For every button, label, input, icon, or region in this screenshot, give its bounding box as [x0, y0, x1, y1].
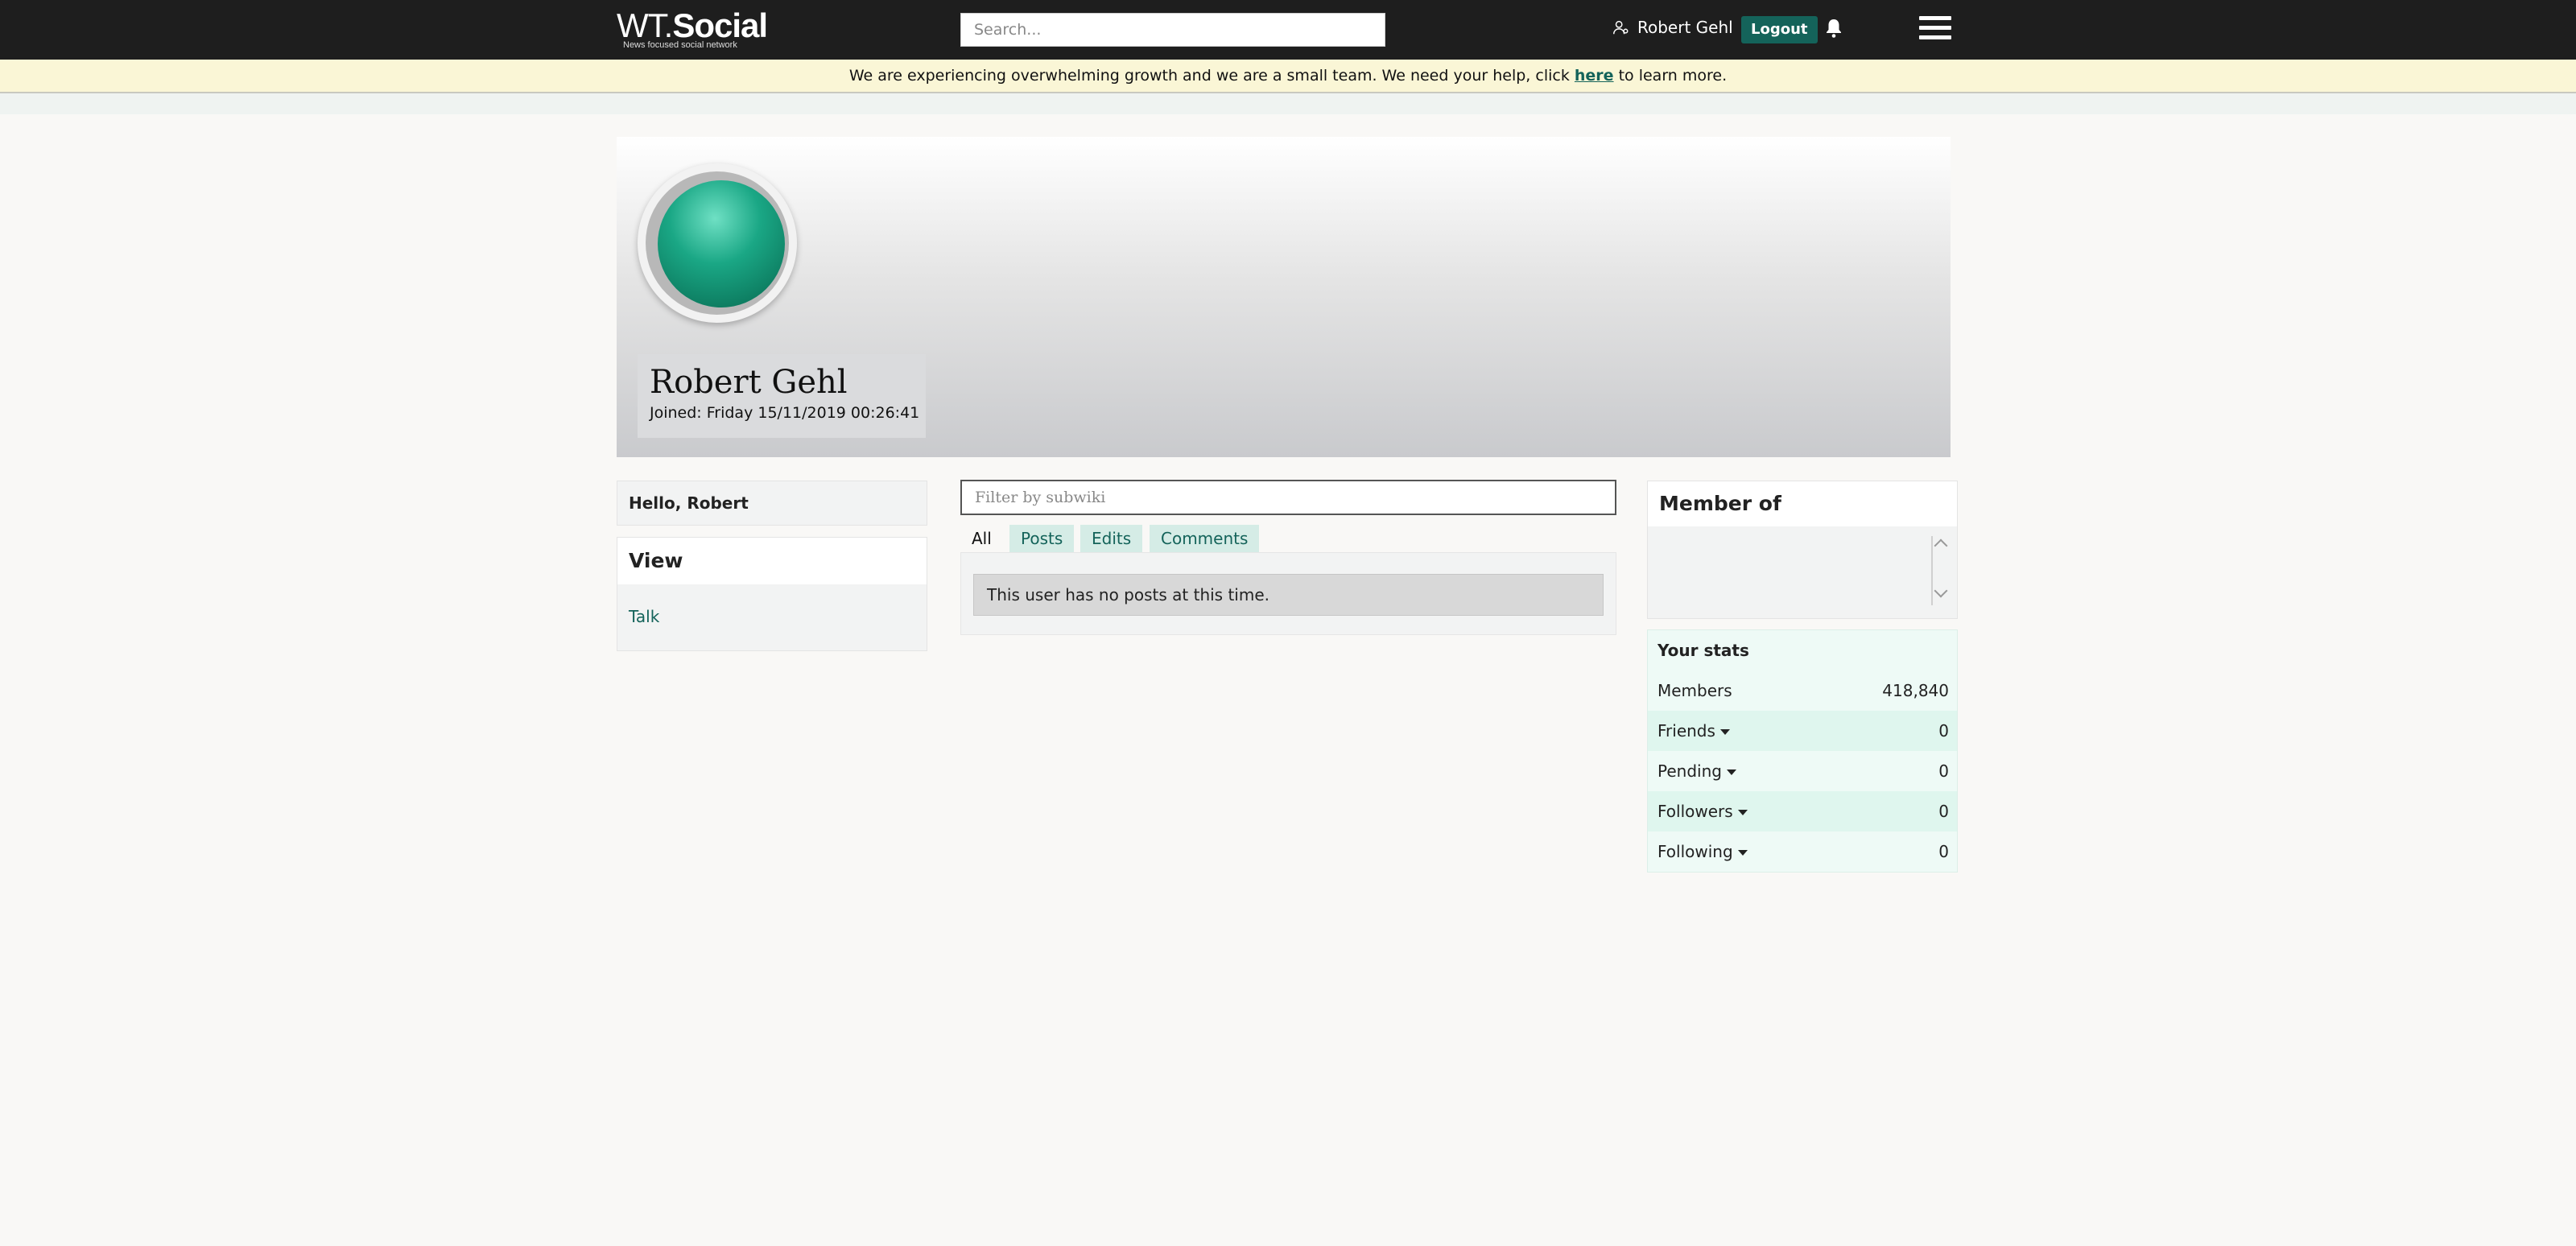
hello-greeting: Hello, Robert [617, 481, 927, 526]
tab-edits[interactable]: Edits [1080, 525, 1143, 552]
user-name: Robert Gehl [1637, 18, 1733, 37]
member-list-scrollbar[interactable] [1931, 536, 1951, 605]
logo-wt: WT [617, 6, 665, 44]
user-profile-link[interactable]: Robert Gehl [1612, 18, 1733, 37]
tab-posts[interactable]: Posts [1009, 525, 1075, 552]
member-of-panel: Member of [1647, 481, 1958, 619]
view-panel: View Talk [617, 537, 927, 651]
profile-name-card: Robert Gehl Joined: Friday 15/11/2019 00… [638, 354, 926, 438]
stat-label: Pending [1657, 761, 1722, 781]
stat-label: Followers [1657, 802, 1733, 821]
member-of-title: Member of [1648, 481, 1957, 526]
profile-name: Robert Gehl [650, 364, 848, 401]
notice-text-before: We are experiencing overwhelming growth … [848, 67, 1575, 85]
stat-row-pending[interactable]: Pending 0 [1648, 751, 1957, 791]
stat-value: 418,840 [1882, 681, 1949, 700]
notice-text-after: to learn more. [1613, 67, 1728, 85]
stat-label: Following [1657, 842, 1733, 861]
stats-list: Members 418,840 Friends 0 Pending 0 Foll… [1648, 670, 1957, 872]
stats-title: Your stats [1648, 630, 1957, 670]
scroll-down-icon[interactable] [1934, 584, 1948, 598]
hamburger-menu-icon[interactable] [1919, 16, 1951, 42]
notice-learn-more-link[interactable]: here [1575, 67, 1614, 85]
tab-comments[interactable]: Comments [1150, 525, 1260, 552]
stat-label: Members [1657, 681, 1732, 700]
avatar [658, 180, 785, 307]
announcement-banner: We are experiencing overwhelming growth … [0, 60, 2576, 93]
stat-label: Friends [1657, 721, 1715, 741]
tab-all[interactable]: All [960, 525, 1003, 552]
logo-social: Social [672, 6, 768, 44]
view-link-talk[interactable]: Talk [629, 607, 659, 626]
stat-value: 0 [1938, 761, 1949, 781]
profile-joined-date: Joined: Friday 15/11/2019 00:26:41 [650, 404, 920, 422]
empty-feed-message: This user has no posts at this time. [973, 574, 1604, 616]
stat-row-members: Members 418,840 [1648, 670, 1957, 711]
caret-down-icon [1726, 769, 1736, 775]
bell-icon[interactable] [1824, 18, 1843, 39]
feed-area: This user has no posts at this time. [960, 552, 1616, 635]
search-input[interactable] [960, 13, 1385, 47]
stat-value: 0 [1938, 721, 1949, 741]
stats-panel: Your stats Members 418,840 Friends 0 Pen… [1647, 629, 1958, 873]
view-panel-title: View [617, 538, 927, 584]
scroll-up-icon[interactable] [1934, 538, 1948, 553]
avatar-frame [638, 163, 797, 323]
logout-button[interactable]: Logout [1741, 16, 1818, 43]
user-icon [1613, 20, 1629, 35]
caret-down-icon [1737, 850, 1748, 856]
stat-row-following[interactable]: Following 0 [1648, 831, 1957, 872]
header-divider [0, 93, 2576, 114]
stat-value: 0 [1938, 842, 1949, 861]
stat-value: 0 [1938, 802, 1949, 821]
logo-dot: . [663, 6, 674, 44]
top-navigation-bar: WT.Social News focused social network Ro… [0, 0, 2576, 60]
stat-row-friends[interactable]: Friends 0 [1648, 711, 1957, 751]
site-logo[interactable]: WT.Social News focused social network [617, 9, 768, 51]
subwiki-filter-input[interactable] [960, 480, 1616, 515]
caret-down-icon [1737, 810, 1748, 815]
stat-row-followers[interactable]: Followers 0 [1648, 791, 1957, 831]
caret-down-icon [1719, 729, 1730, 735]
